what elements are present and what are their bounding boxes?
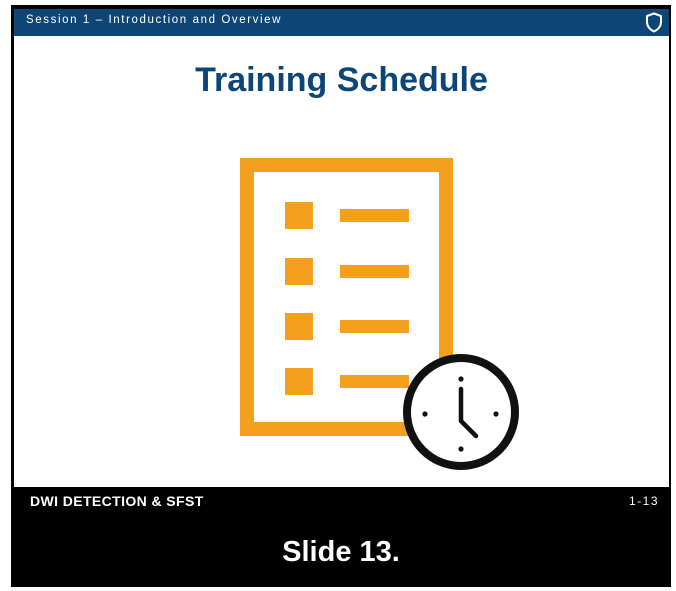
slide-page-number: 1-13 — [628, 494, 659, 508]
footer-brand: DWI DETECTION & SFST — [30, 493, 204, 509]
slide-title: Training Schedule — [195, 61, 488, 99]
slide-caption: Slide 13. — [282, 536, 400, 568]
footer-bar: DWI DETECTION & SFST 1-13 — [14, 487, 669, 515]
session-header-bar: Session 1 – Introduction and Overview — [14, 9, 669, 36]
clock-icon — [403, 354, 519, 470]
session-title: Session 1 – Introduction and Overview — [26, 14, 283, 26]
shield-outline-icon — [646, 12, 662, 33]
training-schedule-illustration — [240, 158, 519, 470]
slide: Session 1 – Introduction and Overview Tr… — [14, 9, 669, 487]
